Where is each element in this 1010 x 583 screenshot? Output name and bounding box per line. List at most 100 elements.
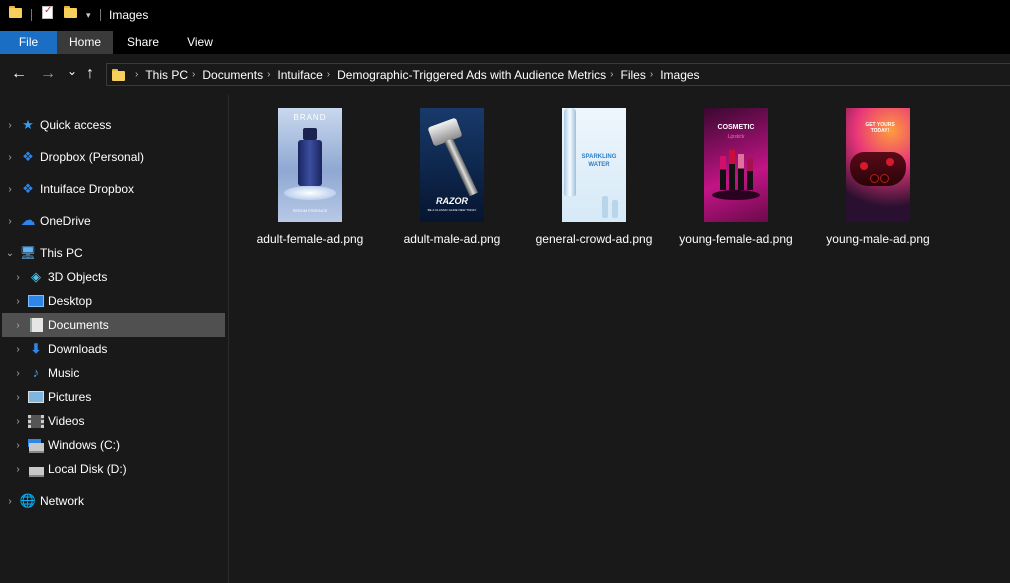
chevron-right-icon[interactable]: ›: [327, 69, 330, 80]
chevron-right-icon[interactable]: ›: [10, 296, 26, 307]
sidebar-item-label: Documents: [48, 318, 109, 332]
sidebar-item-pictures[interactable]: › Pictures: [10, 385, 91, 409]
chevron-right-icon[interactable]: ›: [2, 496, 18, 507]
file-item[interactable]: COSMETIC Lipstick young-female-ad.png: [671, 108, 801, 246]
tab-share[interactable]: Share: [113, 31, 173, 54]
sidebar-item-label: Windows (C:): [48, 438, 121, 452]
sidebar-item-windows-c[interactable]: › Windows (C:): [10, 433, 120, 457]
folder-icon: [9, 6, 22, 18]
sidebar-item-label: Network: [40, 494, 85, 508]
address-bar[interactable]: › This PC › Documents › Intuiface › Demo…: [106, 63, 1010, 86]
sidebar-item-downloads[interactable]: › ⬇ Downloads: [10, 337, 107, 361]
sidebar-item-label: Quick access: [40, 118, 112, 132]
chevron-right-icon[interactable]: ›: [10, 440, 26, 451]
sidebar-item-music[interactable]: › ♪ Music: [10, 361, 79, 385]
thumbnail-image: GET YOURS TODAY!: [846, 108, 910, 222]
thumbnail-text: COSMETIC: [717, 124, 755, 131]
chevron-right-icon[interactable]: ›: [10, 272, 26, 283]
sidebar-item-local-disk-d[interactable]: › Local Disk (D:): [10, 457, 127, 481]
back-arrow-icon[interactable]: ←: [11, 65, 27, 83]
cloud-icon: ☁: [20, 212, 36, 229]
breadcrumb-documents[interactable]: Documents: [202, 68, 263, 82]
file-item[interactable]: GET YOURS TODAY! young-male-ad.png: [813, 108, 943, 246]
video-icon: [28, 413, 44, 429]
sidebar-item-label: Local Disk (D:): [48, 462, 127, 476]
sidebar-item-videos[interactable]: › Videos: [10, 409, 84, 433]
sidebar-item-documents[interactable]: › Documents: [2, 313, 225, 337]
chevron-right-icon[interactable]: ›: [2, 120, 18, 131]
forward-arrow-icon[interactable]: →: [40, 65, 56, 83]
file-name: general-crowd-ad.png: [535, 232, 653, 246]
sidebar-item-dropbox-personal[interactable]: › ❖ Dropbox (Personal): [2, 145, 144, 169]
breadcrumb-intuiface[interactable]: Intuiface: [277, 68, 322, 82]
chevron-right-icon[interactable]: ›: [650, 69, 653, 80]
window-title: Images: [109, 8, 149, 22]
desktop-icon: [28, 293, 44, 309]
document-icon: [28, 317, 44, 333]
picture-icon: [28, 389, 44, 405]
sidebar-item-label: 3D Objects: [48, 270, 108, 284]
breadcrumb-project[interactable]: Demographic-Triggered Ads with Audience …: [337, 68, 606, 82]
tab-file[interactable]: File: [0, 31, 57, 54]
chevron-right-icon[interactable]: ›: [10, 392, 26, 403]
recent-locations-icon[interactable]: ⌄: [67, 62, 77, 80]
sidebar-item-this-pc[interactable]: ⌄ 🖥 This PC: [2, 241, 83, 265]
thumbnail-image: BRAND SERUM ESSENCE: [278, 108, 342, 222]
chevron-right-icon[interactable]: ›: [10, 464, 26, 475]
sidebar-item-label: Videos: [48, 414, 85, 428]
computer-icon: 🖥: [19, 245, 37, 260]
thumbnail-text: WATER: [588, 162, 610, 168]
navigation-pane: › ★ Quick access › ❖ Dropbox (Personal) …: [0, 95, 229, 583]
up-arrow-icon[interactable]: ↑: [86, 65, 94, 83]
sidebar-item-desktop[interactable]: › Desktop: [10, 289, 92, 313]
separator: [31, 9, 32, 21]
separator: [100, 9, 101, 21]
tab-home[interactable]: Home: [57, 31, 113, 54]
download-icon: ⬇: [30, 341, 42, 356]
file-item[interactable]: RAZOR BE A CLASSIC GLIDE NEW TODAY adult…: [387, 108, 517, 246]
thumbnail-text: GET YOURS TODAY!: [865, 122, 895, 134]
chevron-right-icon[interactable]: ›: [267, 69, 270, 80]
thumbnail-image: SPARKLING WATER: [562, 108, 626, 222]
chevron-right-icon[interactable]: ›: [610, 69, 613, 80]
sidebar-item-label: OneDrive: [40, 214, 91, 228]
sidebar-item-label: Pictures: [48, 390, 92, 404]
chevron-down-icon[interactable]: ⌄: [2, 248, 18, 259]
sidebar-item-label: Dropbox (Personal): [40, 150, 145, 164]
thumbnail-text: SPARKLING: [581, 154, 617, 160]
thumbnail-text: BE A CLASSIC GLIDE NEW TODAY: [427, 208, 477, 212]
sidebar-item-intuiface-dropbox[interactable]: › ❖ Intuiface Dropbox: [2, 177, 134, 201]
dropbox-icon: ❖: [22, 149, 34, 164]
file-name: adult-female-ad.png: [256, 232, 364, 246]
customize-quick-access-icon[interactable]: ▾: [86, 10, 91, 21]
breadcrumb-files[interactable]: Files: [621, 68, 646, 82]
tab-view[interactable]: View: [173, 31, 227, 54]
drive-icon: [28, 461, 44, 477]
chevron-right-icon[interactable]: ›: [192, 69, 195, 80]
file-name: adult-male-ad.png: [403, 232, 501, 246]
thumbnail-text: SERUM ESSENCE: [292, 208, 328, 213]
chevron-right-icon[interactable]: ›: [2, 216, 18, 227]
chevron-right-icon[interactable]: ›: [10, 416, 26, 427]
sidebar-item-quick-access[interactable]: › ★ Quick access: [2, 113, 111, 137]
properties-icon[interactable]: [42, 5, 53, 19]
sidebar-item-3d-objects[interactable]: › ◈ 3D Objects: [10, 265, 107, 289]
breadcrumb-this-pc[interactable]: This PC: [145, 68, 188, 82]
ribbon-tabs: File Home Share View: [0, 31, 1010, 54]
file-item[interactable]: SPARKLING WATER general-crowd-ad.png: [529, 108, 659, 246]
chevron-right-icon[interactable]: ›: [10, 344, 26, 355]
new-folder-icon[interactable]: [64, 6, 77, 18]
file-item[interactable]: BRAND SERUM ESSENCE adult-female-ad.png: [245, 108, 375, 246]
drive-icon: [28, 437, 44, 453]
chevron-right-icon[interactable]: ›: [135, 69, 138, 80]
sidebar-item-onedrive[interactable]: › ☁ OneDrive: [2, 209, 91, 233]
chevron-right-icon[interactable]: ›: [2, 152, 18, 163]
sidebar-item-network[interactable]: › 🌐 Network: [2, 489, 84, 513]
chevron-right-icon[interactable]: ›: [10, 368, 26, 379]
thumbnail-text: BRAND: [293, 113, 327, 122]
chevron-right-icon[interactable]: ›: [2, 184, 18, 195]
thumbnail-image: COSMETIC Lipstick: [704, 108, 768, 222]
thumbnail-image: RAZOR BE A CLASSIC GLIDE NEW TODAY: [420, 108, 484, 222]
chevron-right-icon[interactable]: ›: [10, 320, 26, 331]
breadcrumb-images[interactable]: Images: [660, 68, 699, 82]
